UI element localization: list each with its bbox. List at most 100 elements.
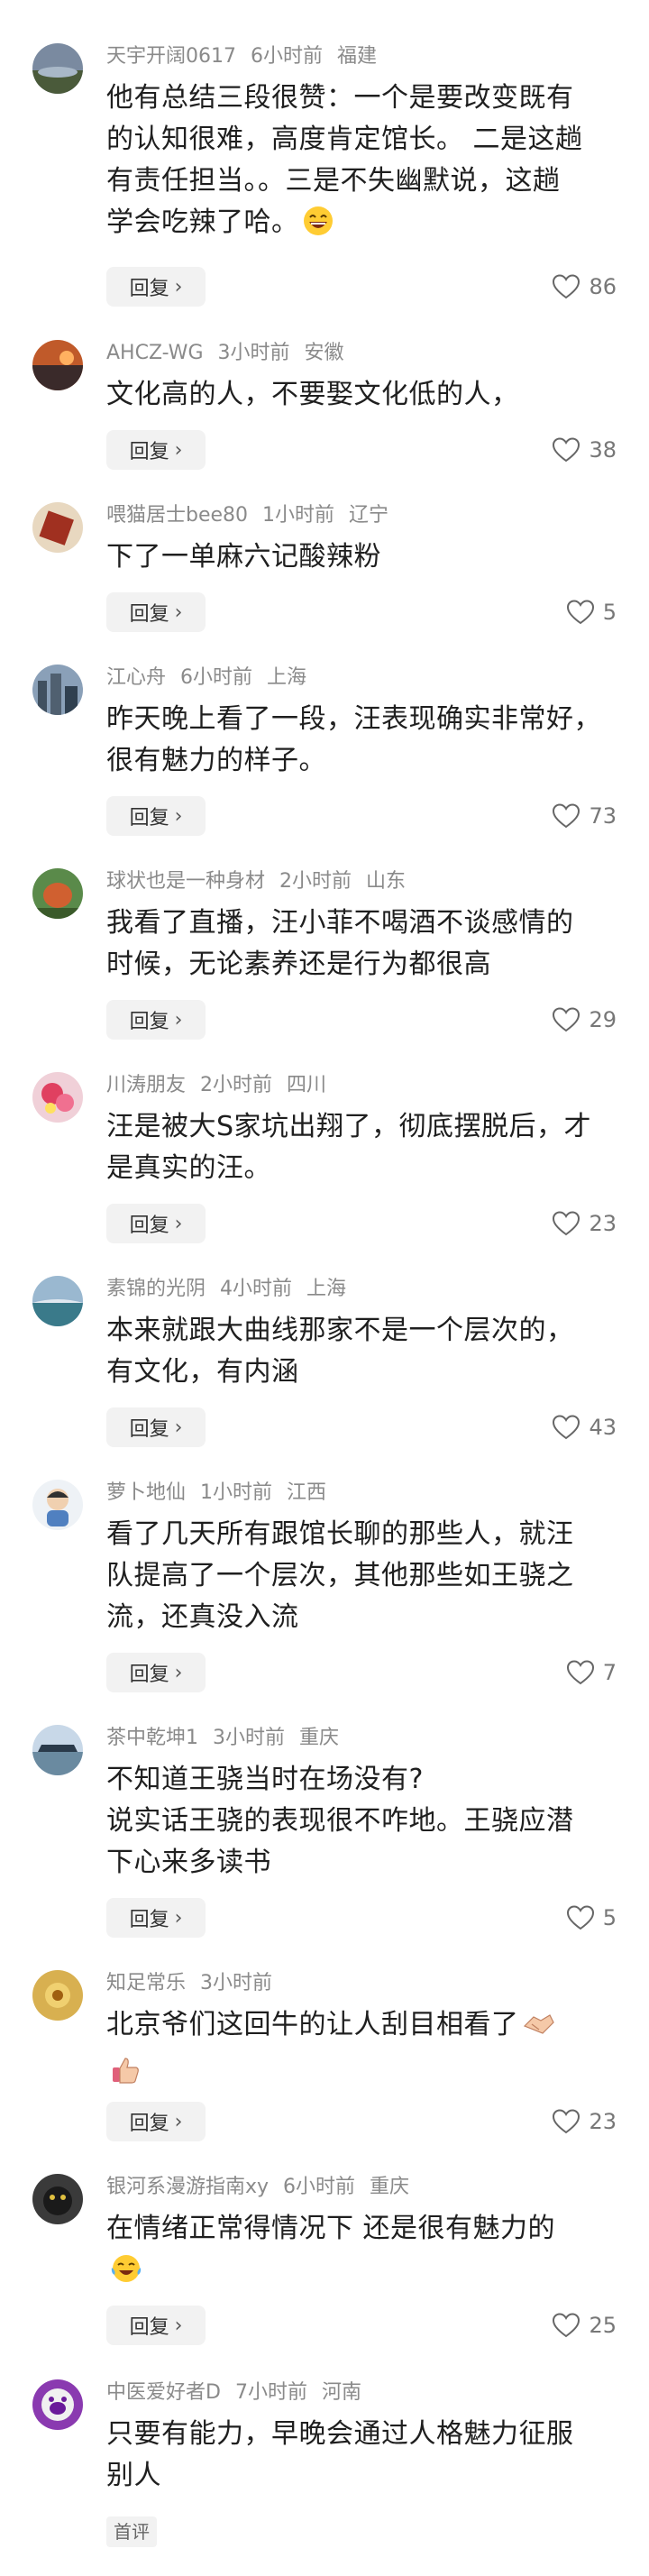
avatar[interactable] [32, 1072, 83, 1123]
like-button[interactable]: 7 [566, 1653, 617, 1692]
reply-button[interactable]: 回复 › [106, 796, 206, 836]
username[interactable]: 茶中乾坤1 [106, 1727, 198, 1749]
username[interactable]: 江心舟 [106, 666, 166, 689]
timestamp: 2小时前 [279, 870, 352, 893]
reply-button[interactable]: 回复 › [106, 1898, 206, 1938]
chevron-right-icon: › [174, 2110, 183, 2133]
avatar[interactable] [32, 2174, 83, 2224]
username[interactable]: 喂猫居士bee80 [106, 504, 248, 527]
username[interactable]: 知足常乐 [106, 1972, 186, 1994]
comment-meta: 知足常乐 3小时前 [106, 1968, 287, 1999]
comment-meta: 素锦的光阴 4小时前 上海 [106, 1274, 361, 1305]
username[interactable]: 球状也是一种身材 [106, 870, 265, 893]
heart-icon [553, 2313, 580, 2338]
comment-item: 天宇开阔0617 6小时前 福建 他有总结三段很赞：一个是要改变既有 的认知很难，高… [0, 0, 649, 329]
comment-text: 下了一单麻六记酸辣粉 [106, 541, 381, 573]
comment-item: 喂猫居士bee80 1小时前 辽宁 下了一单麻六记酸辣粉 回复 › 5 [0, 491, 649, 654]
first-comment-badge: 首评 [106, 2516, 157, 2547]
comment-list: 天宇开阔0617 6小时前 福建 他有总结三段很赞：一个是要改变既有 的认知很难，高… [0, 0, 649, 2576]
heart-icon [553, 803, 580, 829]
reply-button[interactable]: 回复 › [106, 2306, 206, 2345]
comment-text: 我看了直播，汪小菲不喝酒不谈感情的 时候，无论素养还是行为都很高 [106, 907, 574, 980]
username[interactable]: 萝卜地仙 [106, 1481, 186, 1504]
reply-button[interactable]: 回复 › [106, 267, 206, 307]
region: 重庆 [299, 1727, 340, 1749]
heart-icon [553, 1211, 580, 1236]
like-count: 38 [589, 437, 617, 463]
comment-text: 只要有能力，早晚会通过人格魅力征服 别人 [106, 2418, 574, 2491]
avatar[interactable] [32, 1276, 83, 1326]
reply-button[interactable]: 回复 › [106, 1000, 206, 1040]
comment-meta: 江心舟 6小时前 上海 [106, 663, 321, 693]
like-button[interactable]: 25 [553, 2306, 617, 2345]
timestamp: 4小时前 [220, 1278, 293, 1300]
comment-meta: 中医爱好者D 7小时前 河南 [106, 2378, 376, 2408]
like-count: 25 [589, 2313, 617, 2338]
comment-meta: 萝卜地仙 1小时前 江西 [106, 1478, 341, 1508]
chevron-right-icon: › [174, 1212, 183, 1235]
reply-button[interactable]: 回复 › [106, 430, 206, 470]
username[interactable]: 素锦的光阴 [106, 1278, 206, 1300]
username[interactable]: 天宇开阔0617 [106, 45, 236, 68]
avatar[interactable] [32, 665, 83, 715]
like-count: 23 [589, 1211, 617, 1236]
like-count: 7 [602, 1660, 617, 1685]
region: 重庆 [370, 2176, 410, 2198]
like-button[interactable]: 29 [553, 1000, 617, 1040]
like-count: 29 [589, 1007, 617, 1032]
comment-item: 素锦的光阴 4小时前 上海 本来就跟大曲线那家不是一个层次的， 有文化，有内涵 回复… [0, 1265, 649, 1469]
thumbs-up-emoji-icon [110, 2055, 141, 2098]
reply-button[interactable]: 回复 › [106, 592, 206, 632]
chevron-right-icon: › [174, 804, 183, 828]
avatar[interactable] [32, 868, 83, 919]
avatar[interactable] [32, 502, 83, 553]
timestamp: 3小时前 [213, 1727, 285, 1749]
comment-item: 萝卜地仙 1小时前 江西 看了几天所有跟馆长聊的那些人，就汪 队提高了一个层次，其他… [0, 1469, 649, 1714]
comment-text: 他有总结三段很赞：一个是要改变既有 的认知很难，高度肯定馆长。 二是这趟 有责任… [106, 78, 629, 249]
region: 上海 [267, 666, 307, 689]
comment-text: 北京爷们这回牛的让人刮目相看了 [106, 2004, 629, 2098]
timestamp: 2小时前 [200, 1074, 273, 1096]
like-button[interactable]: 23 [553, 1204, 617, 1243]
heart-icon [566, 600, 594, 625]
avatar[interactable] [32, 43, 83, 94]
region: 江西 [287, 1481, 327, 1504]
like-button[interactable]: 43 [553, 1407, 617, 1447]
like-button[interactable]: 73 [553, 796, 617, 836]
username[interactable]: AHCZ-WG [106, 342, 204, 364]
username[interactable]: 川涛朋友 [106, 1074, 186, 1096]
comment-text: 看了几天所有跟馆长聊的那些人，就汪 队提高了一个层次，其他那些如王骁之 流，还真… [106, 1518, 574, 1633]
like-button[interactable]: 5 [566, 1898, 617, 1938]
like-button[interactable]: 23 [553, 2102, 617, 2141]
username[interactable]: 银河系漫游指南xy [106, 2176, 269, 2198]
reply-button[interactable]: 回复 › [106, 1204, 206, 1243]
chevron-right-icon: › [174, 1661, 183, 1684]
like-button[interactable]: 5 [566, 592, 617, 632]
reply-button[interactable]: 回复 › [106, 1407, 206, 1447]
reply-button[interactable]: 回复 › [106, 1653, 206, 1692]
timestamp: 3小时前 [217, 342, 290, 364]
username[interactable]: 中医爱好者D [106, 2381, 221, 2404]
avatar[interactable] [32, 1970, 83, 2021]
comment-meta: 天宇开阔0617 6小时前 福建 [106, 41, 391, 72]
comment-meta: 喂猫居士bee80 1小时前 辽宁 [106, 500, 403, 531]
comment-item: 川涛朋友 2小时前 四川 汪是被大S家坑出翔了，彻底摆脱后，才 是真实的汪。 回复 ›… [0, 1061, 649, 1265]
like-count: 73 [589, 803, 617, 829]
heart-icon [553, 274, 580, 299]
heart-icon [566, 1660, 594, 1685]
avatar[interactable] [32, 1725, 83, 1775]
comment-meta: AHCZ-WG 3小时前 安徽 [106, 338, 359, 369]
like-button[interactable]: 86 [553, 267, 617, 307]
reply-button[interactable]: 回复 › [106, 2102, 206, 2141]
avatar[interactable] [32, 2379, 83, 2430]
avatar[interactable] [32, 340, 83, 390]
like-count: 23 [589, 2109, 617, 2134]
grin-emoji-icon [303, 206, 334, 249]
heart-icon [566, 1905, 594, 1930]
timestamp: 6小时前 [283, 2176, 356, 2198]
avatar[interactable] [32, 1480, 83, 1530]
like-button[interactable]: 38 [553, 430, 617, 470]
tears-of-joy-emoji-icon [110, 2253, 142, 2296]
comment-meta: 川涛朋友 2小时前 四川 [106, 1070, 341, 1101]
timestamp: 7小时前 [234, 2381, 307, 2404]
